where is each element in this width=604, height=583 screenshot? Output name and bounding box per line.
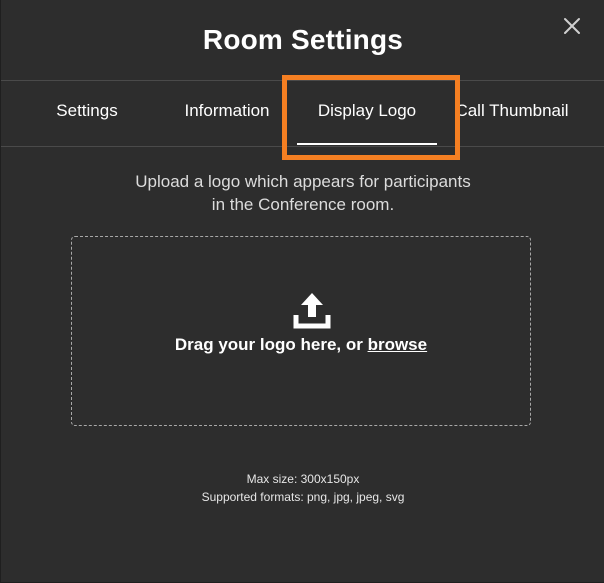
- tab-information[interactable]: Information: [171, 81, 283, 146]
- description-line-2: in the Conference room.: [211, 195, 395, 214]
- dropzone-text-prefix: Drag your logo here, or: [174, 335, 368, 354]
- max-size-text: Max size: 300x150px: [246, 472, 360, 486]
- close-icon: [564, 18, 580, 34]
- tab-settings[interactable]: Settings: [41, 81, 133, 146]
- upload-icon: [293, 293, 331, 329]
- description-line-1: Upload a logo which appears for particip…: [135, 172, 471, 191]
- dialog-title: Room Settings: [202, 24, 404, 55]
- tab-display-logo[interactable]: Display Logo: [297, 81, 437, 146]
- supported-formats-text: Supported formats: png, jpg, jpeg, svg: [201, 490, 405, 504]
- room-settings-dialog: Room Settings Settings Information Displ…: [0, 0, 604, 583]
- tab-call-thumbnail[interactable]: Call Thumbnail: [451, 81, 573, 146]
- logo-dropzone[interactable]: Drag your logo here, or browse: [71, 236, 531, 426]
- dropzone-text: Drag your logo here, or browse: [72, 335, 530, 355]
- tabs-divider: [1, 146, 604, 147]
- tab-bar: Settings Information Display Logo Call T…: [1, 81, 604, 146]
- close-button[interactable]: [560, 14, 584, 38]
- active-tab-indicator: [297, 143, 437, 145]
- upload-description: Upload a logo which appears for particip…: [1, 170, 604, 216]
- browse-link[interactable]: browse: [368, 335, 428, 354]
